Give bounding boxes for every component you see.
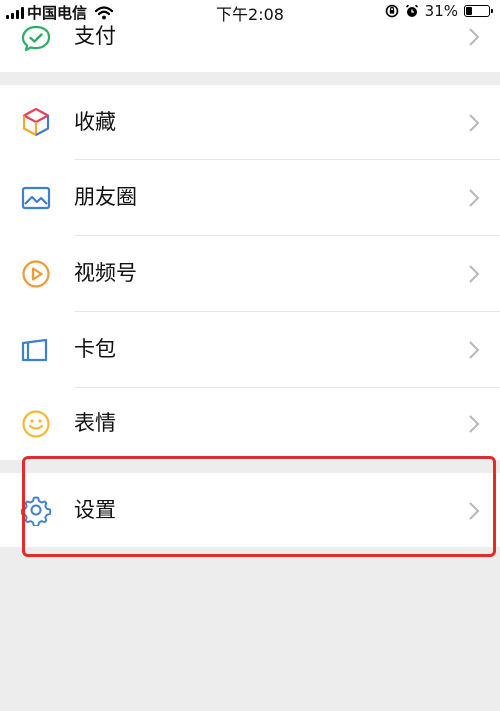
chevron-right-icon [469, 114, 480, 132]
pay-icon [21, 25, 51, 52]
menu-item-label: 朋友圈 [74, 185, 137, 209]
menu-item-label: 收藏 [74, 110, 116, 134]
stickers-icon [22, 410, 50, 438]
menu-group-card: 收藏 朋友圈 视频号 卡包 表情 [0, 85, 500, 460]
menu-item-card-wallet[interactable]: 卡包 [0, 312, 500, 387]
battery-percent: 31% [424, 2, 458, 20]
favorites-icon [22, 107, 50, 137]
battery-icon [464, 5, 493, 17]
menu-item-label: 视频号 [74, 261, 137, 285]
menu-item-label: 表情 [74, 411, 116, 435]
menu-item-pay[interactable]: 支付 [0, 22, 500, 72]
settings-card: 设置 [0, 473, 500, 547]
menu-item-label: 支付 [74, 24, 116, 48]
gear-icon [20, 496, 52, 526]
chevron-right-icon [469, 28, 480, 46]
menu-item-label: 卡包 [74, 337, 116, 361]
chevron-right-icon [469, 265, 480, 283]
menu-item-settings[interactable]: 设置 [0, 473, 500, 547]
menu-item-channels[interactable]: 视频号 [0, 236, 500, 311]
menu-item-stickers[interactable]: 表情 [0, 388, 500, 460]
moments-icon [21, 186, 51, 210]
menu-item-favorites[interactable]: 收藏 [0, 85, 500, 159]
menu-item-moments[interactable]: 朋友圈 [0, 160, 500, 235]
card-wallet-icon [21, 338, 48, 362]
rotation-lock-icon [385, 4, 398, 18]
chevron-right-icon [469, 415, 480, 433]
chevron-right-icon [469, 341, 480, 359]
chevron-right-icon [469, 189, 480, 207]
alarm-icon [405, 4, 418, 17]
chevron-right-icon [469, 502, 480, 520]
menu-item-label: 设置 [74, 498, 116, 522]
channels-icon [22, 260, 50, 288]
status-bar: 中国电信 下午2:08 31% [0, 0, 500, 24]
